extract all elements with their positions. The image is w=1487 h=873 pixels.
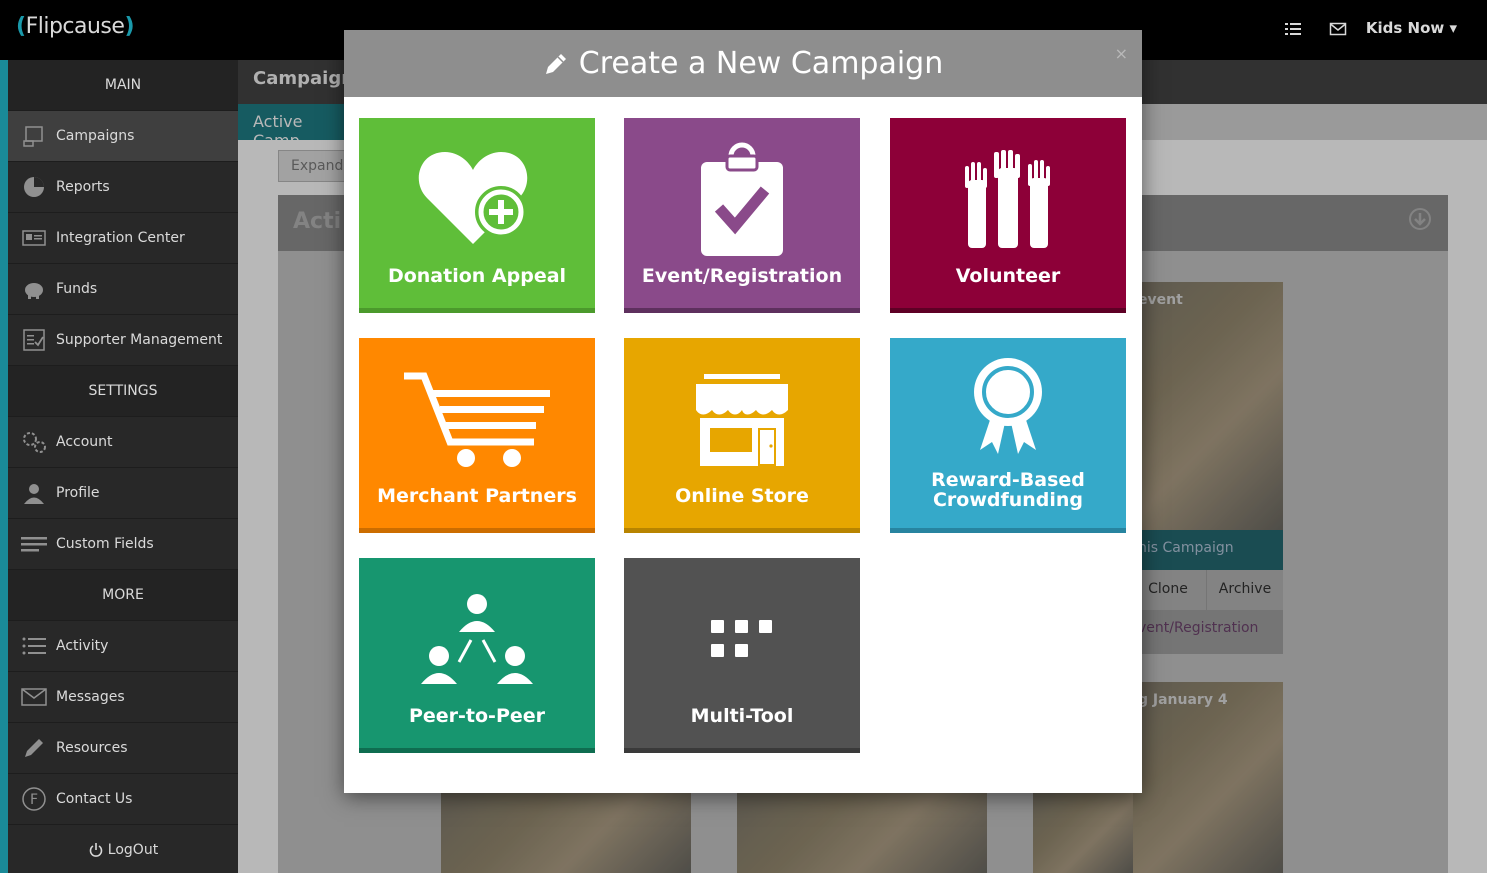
tile-label: Online Store: [675, 485, 809, 507]
people-network-icon: [421, 594, 533, 684]
grid-dots-icon: [711, 620, 772, 657]
tile-label: Peer-to-Peer: [408, 705, 546, 727]
modal-title: Create a New Campaign: [543, 46, 943, 81]
tile-label: Reward-Based Crowdfunding: [890, 470, 1126, 510]
tile-event-registration[interactable]: Event/Registration: [624, 118, 860, 313]
shopping-cart-icon: [404, 372, 550, 467]
tile-label: Volunteer: [955, 265, 1061, 287]
tile-label: Donation Appeal: [387, 265, 567, 287]
modal-header: Create a New Campaign ×: [344, 30, 1142, 97]
clipboard-check-icon: [701, 142, 783, 256]
tile-label: Event/Registration: [641, 265, 843, 287]
tile-volunteer[interactable]: Volunteer: [890, 118, 1126, 313]
tile-online-store[interactable]: Online Store: [624, 338, 860, 533]
tile-label-line: Crowdfunding: [932, 489, 1084, 511]
tile-label: Merchant Partners: [377, 485, 577, 507]
ribbon-award-icon: [974, 358, 1042, 454]
tile-multi-tool[interactable]: Multi-Tool: [624, 558, 860, 753]
close-button[interactable]: ×: [1115, 44, 1128, 63]
tile-reward-based-crowdfunding[interactable]: Reward-Based Crowdfunding: [890, 338, 1126, 533]
tile-label-line: Reward-Based: [931, 469, 1085, 491]
tile-merchant-partners[interactable]: Merchant Partners: [359, 338, 595, 533]
tile-peer-to-peer[interactable]: Peer-to-Peer: [359, 558, 595, 753]
create-campaign-modal: Create a New Campaign × Donation Appeal …: [344, 30, 1142, 793]
tile-label: Multi-Tool: [690, 705, 794, 727]
heart-plus-icon: [418, 152, 528, 244]
tile-donation-appeal[interactable]: Donation Appeal: [359, 118, 595, 313]
pencil-icon: [545, 53, 566, 74]
storefront-icon: [696, 374, 788, 466]
raised-hands-icon: [965, 150, 1050, 248]
